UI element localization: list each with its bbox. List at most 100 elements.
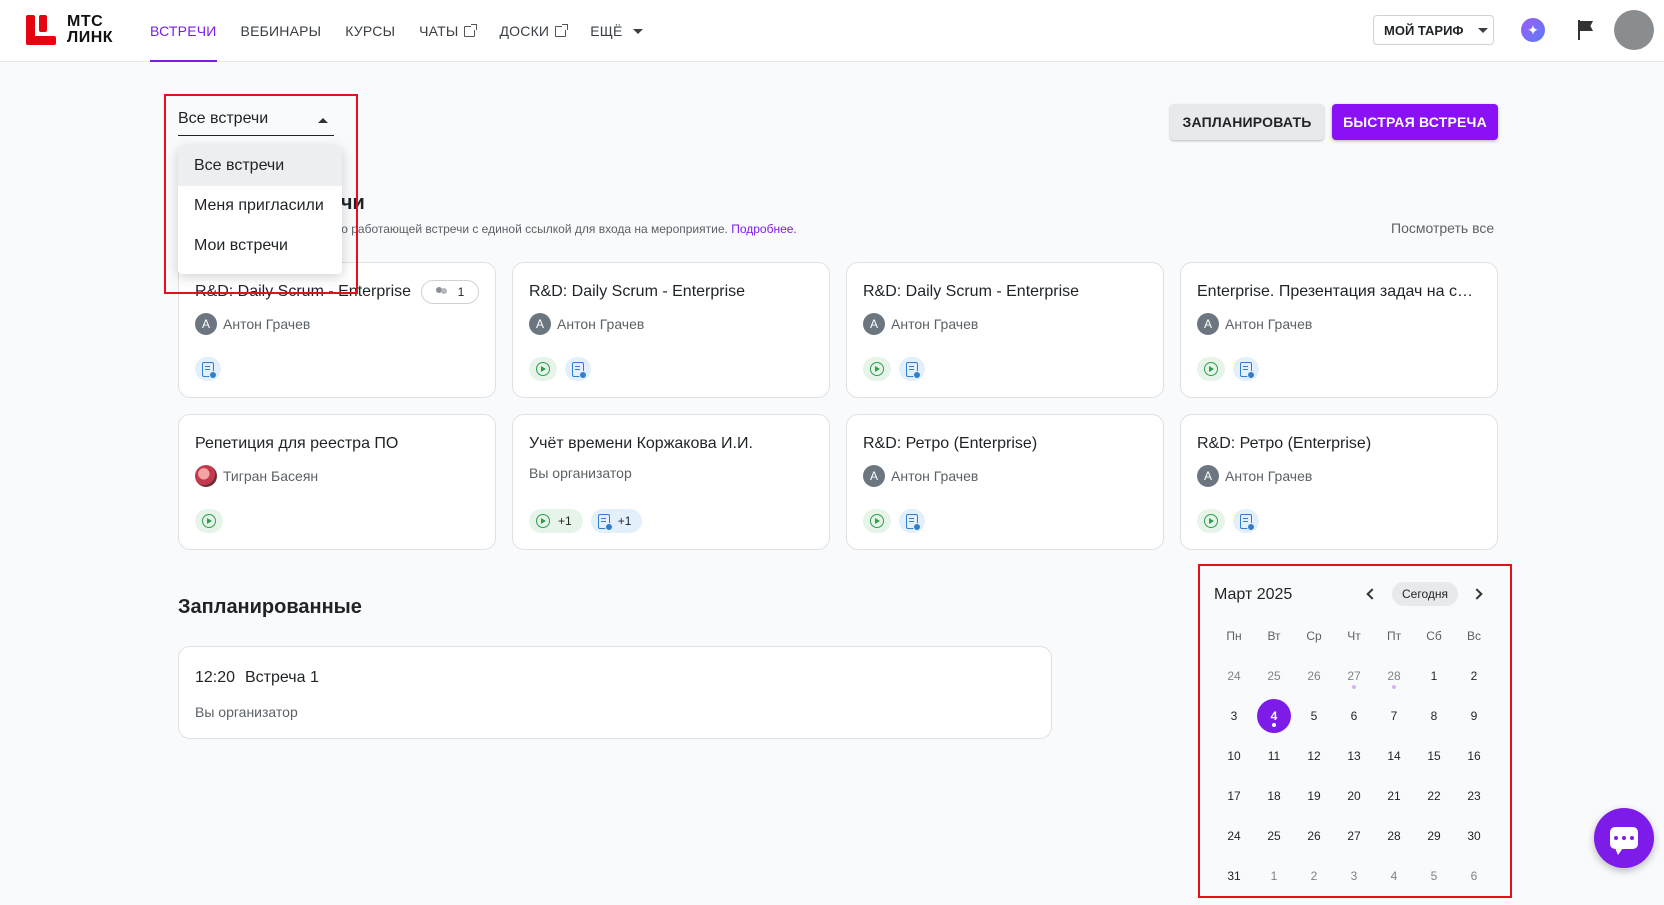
calendar-day[interactable]: 23 xyxy=(1454,776,1494,816)
recording-chip[interactable] xyxy=(529,357,557,381)
calendar-day-selected[interactable]: 4 xyxy=(1254,696,1294,736)
card-owner: А Антон Грачев xyxy=(529,313,644,335)
calendar-day[interactable]: 6 xyxy=(1334,696,1374,736)
recording-chip[interactable] xyxy=(1197,357,1225,381)
filter-option-mine[interactable]: Мои встречи xyxy=(178,226,342,266)
calendar-day[interactable]: 25 xyxy=(1254,816,1294,856)
card-owner: А Антон Грачев xyxy=(863,313,978,335)
calendar-day[interactable]: 8 xyxy=(1414,696,1454,736)
calendar-day[interactable]: 2 xyxy=(1454,656,1494,696)
calendar-today-button[interactable]: Сегодня xyxy=(1392,582,1458,606)
weekday-header: Пн Вт Ср Чт Пт Сб Вс xyxy=(1214,626,1494,646)
meeting-card[interactable]: R&D: Ретро (Enterprise) А Антон Грачев xyxy=(1180,414,1498,550)
calendar-day[interactable]: 17 xyxy=(1214,776,1254,816)
nav-boards[interactable]: ДОСКИ xyxy=(499,0,569,62)
calendar-day[interactable]: 4 xyxy=(1374,856,1414,896)
chevron-down-icon xyxy=(1477,27,1488,33)
calendar-day[interactable]: 1 xyxy=(1254,856,1294,896)
calendar-day[interactable]: 10 xyxy=(1214,736,1254,776)
calendar-day[interactable]: 5 xyxy=(1294,696,1334,736)
calendar-day[interactable]: 16 xyxy=(1454,736,1494,776)
summary-chip[interactable]: +1 xyxy=(590,509,643,533)
mts-link-logo[interactable]: МТС ЛИНК xyxy=(26,14,113,46)
summary-chip[interactable] xyxy=(1233,509,1259,533)
summary-chip[interactable] xyxy=(565,357,591,381)
recording-chip[interactable] xyxy=(195,509,223,533)
meeting-card[interactable]: R&D: Daily Scrum - Enterprise А Антон Грач… xyxy=(846,262,1164,398)
summary-chip[interactable] xyxy=(1233,357,1259,381)
calendar-day[interactable]: 18 xyxy=(1254,776,1294,816)
more-info-link[interactable]: Подробнее. xyxy=(731,222,797,236)
meeting-card[interactable]: R&D: Ретро (Enterprise) А Антон Грачев xyxy=(846,414,1164,550)
card-owner: Вы организатор xyxy=(529,465,632,481)
calendar-day[interactable]: 19 xyxy=(1294,776,1334,816)
summary-chip[interactable] xyxy=(899,357,925,381)
calendar-day[interactable]: 21 xyxy=(1374,776,1414,816)
calendar-day[interactable]: 14 xyxy=(1374,736,1414,776)
participants-badge[interactable]: 1 xyxy=(421,280,479,304)
calendar-day[interactable]: 11 xyxy=(1254,736,1294,776)
nav-webinars[interactable]: ВЕБИНАРЫ xyxy=(241,0,322,62)
filter-option-invited[interactable]: Меня пригласили xyxy=(178,186,342,226)
my-tariff-button[interactable]: МОЙ ТАРИФ xyxy=(1373,15,1494,45)
nav-courses[interactable]: КУРСЫ xyxy=(345,0,395,62)
recording-chip[interactable] xyxy=(863,357,891,381)
calendar-day[interactable]: 24 xyxy=(1214,656,1254,696)
nav-chats[interactable]: ЧАТЫ xyxy=(419,0,478,62)
summary-chip[interactable] xyxy=(195,357,221,381)
calendar-day[interactable]: 26 xyxy=(1294,816,1334,856)
calendar-day[interactable]: 27 xyxy=(1334,656,1374,696)
calendar-day[interactable]: 28 xyxy=(1374,656,1414,696)
see-all-link[interactable]: Посмотреть все xyxy=(1391,220,1494,236)
meeting-card[interactable]: R&D: Daily Scrum - Enterprise 1 А Антон Гра… xyxy=(178,262,496,398)
user-avatar[interactable] xyxy=(1614,10,1654,50)
calendar-day[interactable]: 15 xyxy=(1414,736,1454,776)
calendar-day[interactable]: 31 xyxy=(1214,856,1254,896)
calendar-day[interactable]: 2 xyxy=(1294,856,1334,896)
calendar-day[interactable]: 22 xyxy=(1414,776,1454,816)
meeting-card[interactable]: R&D: Daily Scrum - Enterprise А Антон Грач… xyxy=(512,262,830,398)
recording-chip[interactable] xyxy=(863,509,891,533)
document-icon xyxy=(202,361,217,379)
flag-icon[interactable] xyxy=(1578,20,1594,40)
calendar-day[interactable]: 12 xyxy=(1294,736,1334,776)
calendar-day[interactable]: 6 xyxy=(1454,856,1494,896)
chevron-right-icon xyxy=(1470,588,1483,600)
filter-option-all[interactable]: Все встречи xyxy=(178,146,342,186)
calendar-day[interactable]: 26 xyxy=(1294,656,1334,696)
owner-name: Антон Грачев xyxy=(557,316,645,332)
calendar-day[interactable]: 27 xyxy=(1334,816,1374,856)
schedule-button[interactable]: ЗАПЛАНИРОВАТЬ xyxy=(1170,104,1324,140)
nav-meetings[interactable]: ВСТРЕЧИ xyxy=(150,0,217,62)
card-owner: А Антон Грачев xyxy=(1197,465,1312,487)
calendar-day[interactable]: 3 xyxy=(1334,856,1374,896)
calendar-day[interactable]: 29 xyxy=(1414,816,1454,856)
card-attachments xyxy=(863,357,933,381)
calendar-day[interactable]: 9 xyxy=(1454,696,1494,736)
calendar-day[interactable]: 24 xyxy=(1214,816,1254,856)
recording-chip[interactable]: +1 xyxy=(529,509,583,533)
summary-chip[interactable] xyxy=(899,509,925,533)
scheduled-meeting-card[interactable]: 12:20 Встреча 1 Вы организатор xyxy=(178,646,1052,739)
calendar-next-button[interactable] xyxy=(1470,586,1486,602)
meeting-card[interactable]: Учёт времени Коржакова И.И. Вы организато… xyxy=(512,414,830,550)
calendar-day[interactable]: 20 xyxy=(1334,776,1374,816)
weekday-label: Пн xyxy=(1226,629,1242,643)
calendar-day[interactable]: 1 xyxy=(1414,656,1454,696)
calendar-day[interactable]: 5 xyxy=(1414,856,1454,896)
calendar-day[interactable]: 30 xyxy=(1454,816,1494,856)
calendar-day[interactable]: 3 xyxy=(1214,696,1254,736)
quick-meeting-button[interactable]: БЫСТРАЯ ВСТРЕЧА xyxy=(1332,104,1498,140)
calendar-day[interactable]: 28 xyxy=(1374,816,1414,856)
calendar-day[interactable]: 25 xyxy=(1254,656,1294,696)
recording-chip[interactable] xyxy=(1197,509,1225,533)
ai-assistant-icon[interactable]: ✦ xyxy=(1521,18,1545,42)
meetings-filter-select[interactable]: Все встречи xyxy=(178,110,334,136)
meeting-card[interactable]: Enterprise. Презентация задач на спринт А… xyxy=(1180,262,1498,398)
calendar-day[interactable]: 13 xyxy=(1334,736,1374,776)
nav-more[interactable]: ЕЩЁ xyxy=(590,0,643,62)
chat-support-button[interactable] xyxy=(1594,808,1654,868)
calendar-prev-button[interactable] xyxy=(1362,586,1378,602)
meeting-card[interactable]: Репетиция для реестра ПО Тигран Басеян xyxy=(178,414,496,550)
calendar-day[interactable]: 7 xyxy=(1374,696,1414,736)
